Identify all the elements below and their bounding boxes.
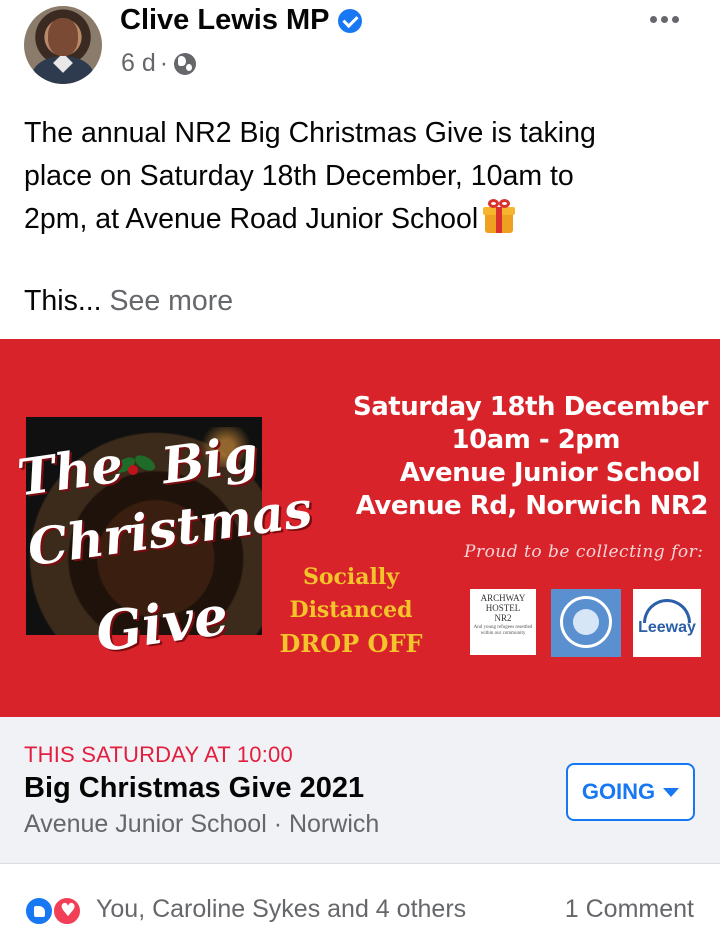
post-time[interactable]: 6 d	[121, 49, 156, 78]
caret-down-icon	[663, 787, 680, 797]
logo-inner	[573, 609, 599, 635]
meta-separator: ·	[159, 49, 169, 77]
going-button[interactable]: GOING	[566, 763, 695, 821]
banner-detail-line: 10am - 2pm	[451, 425, 620, 455]
author-row: Clive Lewis MP	[120, 4, 362, 37]
archway-line: HOSTEL	[485, 603, 521, 613]
more-options-icon[interactable]	[650, 16, 679, 23]
post-text-line-last: 2pm, at Avenue Road Junior School	[24, 198, 704, 241]
truncated-row: This... See more	[24, 280, 233, 323]
like-icon	[24, 896, 54, 926]
author-name[interactable]: Clive Lewis MP	[120, 4, 330, 37]
more-dot	[650, 16, 657, 23]
verified-badge-icon	[337, 8, 362, 33]
holly-berry	[128, 465, 138, 475]
archway-small-text: And young refugees resettled within our …	[473, 625, 533, 636]
comment-count[interactable]: 1 Comment	[565, 895, 694, 924]
event-banner-image[interactable]: The Big Christmas Give Socially Distance…	[0, 339, 720, 717]
reactions-summary[interactable]: You, Caroline Sykes and 4 others	[96, 895, 466, 924]
love-icon	[52, 896, 82, 926]
reaction-icons[interactable]	[24, 896, 88, 926]
dropoff-text: Socially Distanced DROP OFF	[272, 561, 430, 660]
archway-hostel-logo: ARCHWAY HOSTEL NR2 And young refugees re…	[470, 589, 536, 655]
reactions-bar: You, Caroline Sykes and 4 others 1 Comme…	[0, 876, 720, 944]
more-dot	[672, 16, 679, 23]
more-dot	[661, 16, 668, 23]
post-meta: 6 d ·	[121, 49, 197, 78]
leeway-logo: Leeway	[633, 589, 701, 657]
event-location: Avenue Junior School · Norwich	[24, 810, 380, 838]
dropoff-line: Socially	[302, 564, 400, 590]
event-card[interactable]: THIS SATURDAY AT 10:00 Big Christmas Giv…	[0, 717, 720, 864]
see-more-link[interactable]: See more	[110, 285, 234, 317]
banner-detail-line: Avenue Rd, Norwich NR2	[355, 491, 709, 521]
post-text-truncated: This...	[24, 285, 102, 317]
event-date: THIS SATURDAY AT 10:00	[24, 742, 293, 767]
avatar-face	[48, 18, 78, 56]
banner-detail-line: Avenue Junior School	[399, 458, 701, 488]
post-text: The annual NR2 Big Christmas Give is tak…	[24, 112, 704, 241]
archway-line: NR2	[494, 613, 512, 623]
globe-icon[interactable]	[174, 52, 197, 75]
post-text-line: 2pm, at Avenue Road Junior School	[24, 203, 479, 235]
banner-event-details: Saturday 18th December 10am - 2pm Avenue…	[353, 391, 708, 523]
archway-line: ARCHWAY	[480, 593, 526, 603]
post-header: Clive Lewis MP 6 d ·	[0, 0, 720, 95]
post-text-line: The annual NR2 Big Christmas Give is tak…	[24, 117, 596, 149]
dropoff-line: Distanced	[289, 597, 413, 623]
dropoff-line: DROP OFF	[279, 629, 423, 658]
post-text-line: place on Saturday 18th December, 10am to	[24, 160, 574, 192]
leeway-arc	[643, 599, 691, 623]
event-title[interactable]: Big Christmas Give 2021	[24, 772, 364, 805]
avatar[interactable]	[24, 6, 102, 84]
going-label: GOING	[581, 779, 656, 804]
charity-round-logo	[551, 589, 621, 657]
banner-detail-line: Saturday 18th December	[353, 392, 708, 422]
proud-to-collect-text: Proud to be collecting for:	[464, 542, 704, 562]
gift-emoji-icon	[482, 199, 516, 233]
